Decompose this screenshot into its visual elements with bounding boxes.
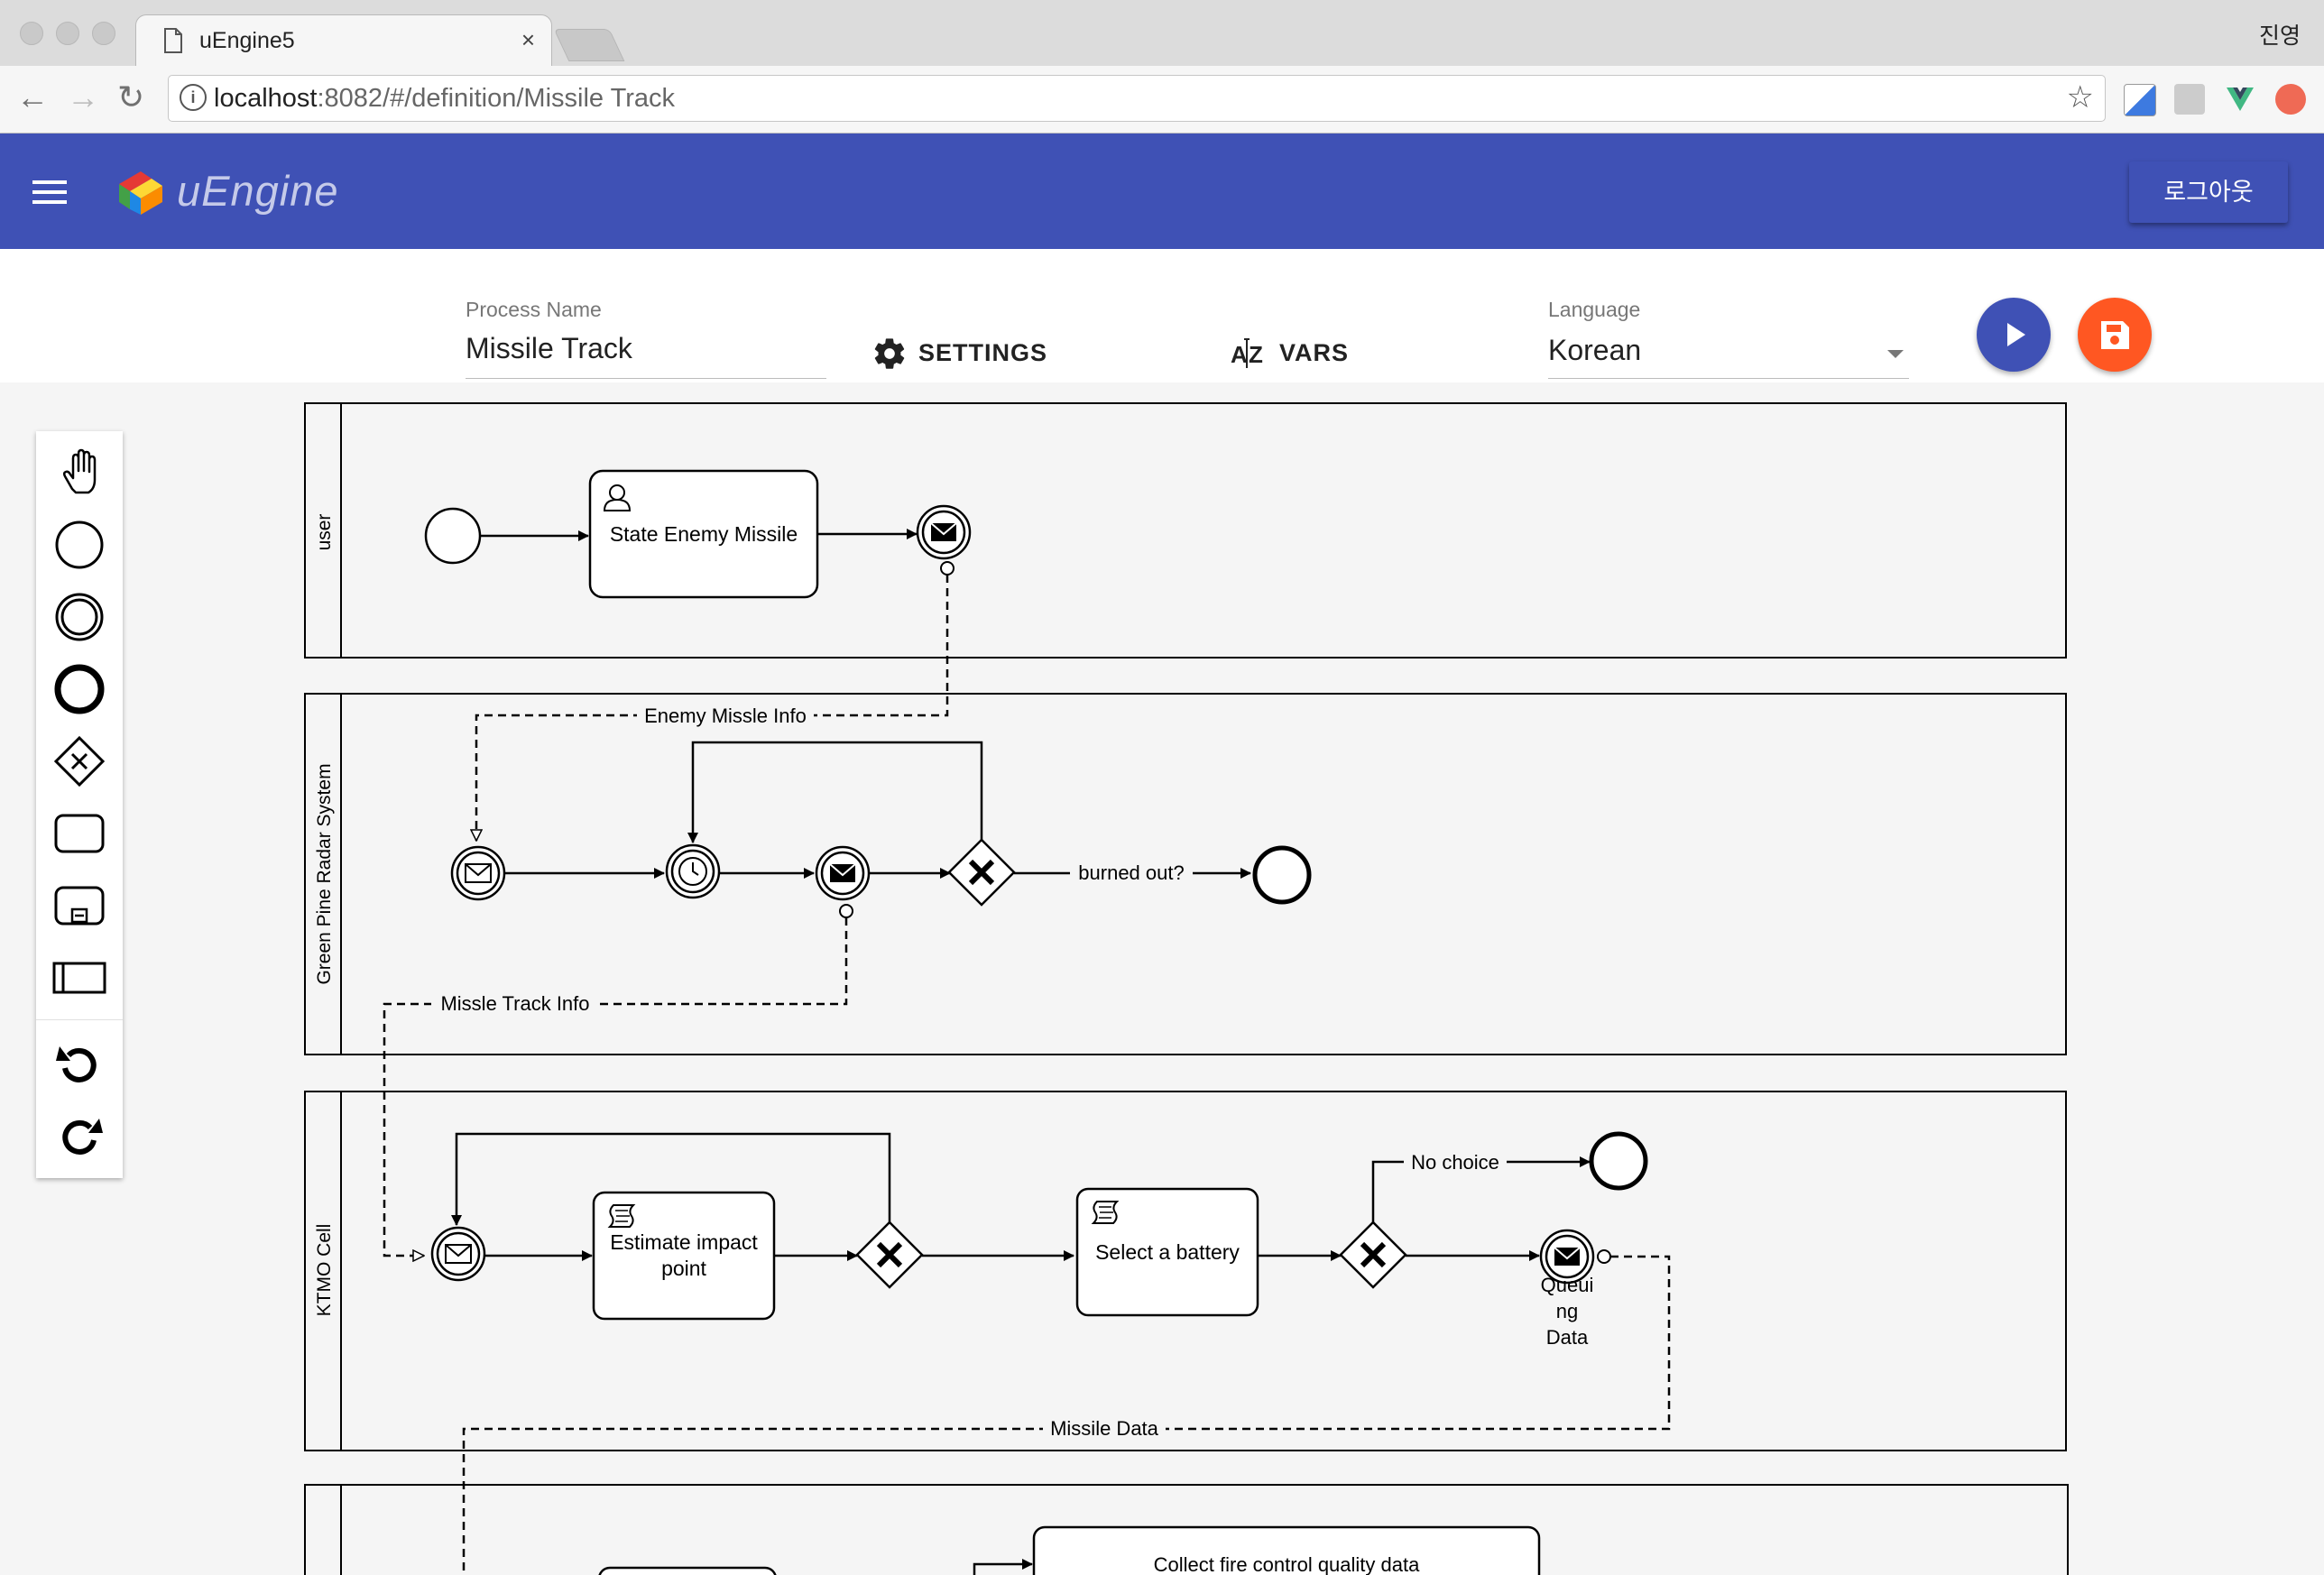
end-event-1[interactable] bbox=[1252, 845, 1312, 905]
menu-icon[interactable] bbox=[32, 180, 67, 210]
language-select[interactable]: Korean bbox=[1548, 334, 1641, 367]
message-throw-event-2[interactable] bbox=[815, 845, 871, 918]
task-label-state-enemy-missile: State Enemy Missile bbox=[610, 522, 798, 546]
task-label-collect-fire-control: Collect fire control quality data bbox=[1154, 1553, 1420, 1575]
script-task-icon bbox=[1093, 1201, 1118, 1224]
gear-icon[interactable] bbox=[872, 336, 908, 372]
exclusive-gateway-2[interactable] bbox=[855, 1220, 924, 1289]
app-logo-text[interactable]: uEngine bbox=[177, 166, 339, 216]
vue-devtools-icon[interactable] bbox=[2225, 84, 2255, 115]
task-label-select-a-battery: Select a battery bbox=[1095, 1240, 1240, 1264]
vars-button[interactable]: VARS bbox=[1279, 339, 1349, 367]
process-name-input[interactable]: Missile Track bbox=[466, 332, 632, 365]
bookmark-star-icon[interactable]: ☆ bbox=[2067, 79, 2094, 115]
event-label-queuing-2: ng bbox=[1556, 1300, 1578, 1322]
window-close-dot[interactable] bbox=[20, 22, 43, 45]
uengine-logo-icon bbox=[119, 171, 162, 215]
timer-event[interactable] bbox=[665, 843, 721, 899]
profile-name[interactable]: 진영 bbox=[2259, 18, 2301, 51]
script-task-icon bbox=[609, 1204, 634, 1228]
window-minimize-dot[interactable] bbox=[56, 22, 79, 45]
process-name-label: Process Name bbox=[466, 298, 602, 321]
bpmn-canvas[interactable]: user State Enemy Missile Enemy Missle In… bbox=[0, 382, 2324, 1575]
extension-icon-4[interactable] bbox=[2275, 84, 2306, 115]
browser-toolbar: ← → ↻ i localhost:8082/#/definition/Miss… bbox=[0, 66, 2324, 134]
task-label-estimate-2: point bbox=[661, 1257, 706, 1280]
flow-label-enemy-missle-info: Enemy Missle Info bbox=[644, 705, 807, 727]
task-state-enemy-missile[interactable]: State Enemy Missile bbox=[588, 469, 819, 599]
browser-tab[interactable]: uEngine5 × bbox=[135, 14, 552, 67]
lane-label-green-pine: Green Pine Radar System bbox=[314, 763, 335, 984]
extension-icon-2[interactable] bbox=[2174, 84, 2205, 115]
new-tab-button[interactable] bbox=[553, 29, 625, 61]
save-icon bbox=[2101, 321, 2129, 349]
address-bar[interactable]: i localhost:8082/#/definition/Missile Tr… bbox=[168, 75, 2106, 122]
exclusive-gateway-1[interactable] bbox=[947, 838, 1016, 907]
message-catch-event-1[interactable] bbox=[450, 845, 506, 901]
language-label: Language bbox=[1548, 298, 1641, 321]
sequence-flow[interactable] bbox=[973, 1559, 1033, 1575]
event-label-queuing-3: Data bbox=[1546, 1326, 1589, 1349]
process-header: Process Name Missile Track SETTINGS A Z … bbox=[0, 249, 2324, 382]
forward-arrow-icon[interactable]: → bbox=[67, 78, 99, 116]
task-estimate-impact-point[interactable]: Estimate impact point bbox=[592, 1191, 776, 1321]
lane-label-ktmo-cell: KTMO Cell bbox=[314, 1224, 335, 1317]
tab-title: uEngine5 bbox=[199, 28, 295, 53]
sort-az-icon[interactable]: A Z bbox=[1231, 336, 1272, 372]
svg-text:Z: Z bbox=[1249, 341, 1263, 368]
message-throw-event-1[interactable] bbox=[916, 504, 972, 576]
run-button[interactable] bbox=[1977, 298, 2051, 372]
end-event-2[interactable] bbox=[1589, 1131, 1648, 1191]
flow-label-burned-out: burned out? bbox=[1078, 861, 1184, 884]
window-maximize-dot[interactable] bbox=[92, 22, 115, 45]
message-catch-event-2[interactable] bbox=[430, 1226, 486, 1282]
svg-text:A: A bbox=[1231, 341, 1248, 368]
task-partial[interactable] bbox=[598, 1566, 777, 1575]
url-text: localhost:8082/#/definition/Missile Trac… bbox=[214, 84, 675, 113]
language-underline bbox=[1548, 378, 1909, 379]
app-header: uEngine 로그아웃 bbox=[0, 134, 2324, 249]
flow-label-missle-track-info: Missle Track Info bbox=[440, 992, 589, 1015]
page-icon bbox=[164, 28, 182, 53]
task-label-estimate-1: Estimate impact bbox=[610, 1230, 758, 1254]
save-button[interactable] bbox=[2078, 298, 2152, 372]
tab-close-icon[interactable]: × bbox=[521, 26, 535, 54]
start-event[interactable] bbox=[424, 507, 482, 565]
play-icon bbox=[2007, 323, 2025, 346]
exclusive-gateway-3[interactable] bbox=[1339, 1220, 1407, 1289]
extension-icon-1[interactable] bbox=[2124, 84, 2156, 116]
event-label-queuing-1: Queui bbox=[1541, 1274, 1594, 1296]
flow-label-missile-data: Missile Data bbox=[1050, 1417, 1159, 1440]
browser-tab-bar: uEngine5 × 진영 bbox=[0, 0, 2324, 67]
settings-button[interactable]: SETTINGS bbox=[918, 339, 1047, 367]
back-arrow-icon[interactable]: ← bbox=[16, 78, 49, 116]
info-icon[interactable]: i bbox=[180, 84, 207, 111]
sequence-flow-loop-1[interactable] bbox=[687, 741, 983, 843]
lane-label-user: user bbox=[314, 514, 335, 551]
reload-icon[interactable]: ↻ bbox=[117, 78, 144, 116]
logout-button[interactable]: 로그아웃 bbox=[2129, 161, 2288, 223]
task-select-a-battery[interactable]: Select a battery bbox=[1075, 1187, 1259, 1317]
task-collect-fire-control-quality-data[interactable]: Collect fire control quality data bbox=[1032, 1525, 1541, 1575]
process-name-underline bbox=[466, 378, 826, 379]
flow-label-no-choice: No choice bbox=[1411, 1151, 1499, 1174]
lane-user[interactable]: user bbox=[304, 402, 2067, 659]
chevron-down-icon[interactable] bbox=[1887, 348, 1904, 359]
